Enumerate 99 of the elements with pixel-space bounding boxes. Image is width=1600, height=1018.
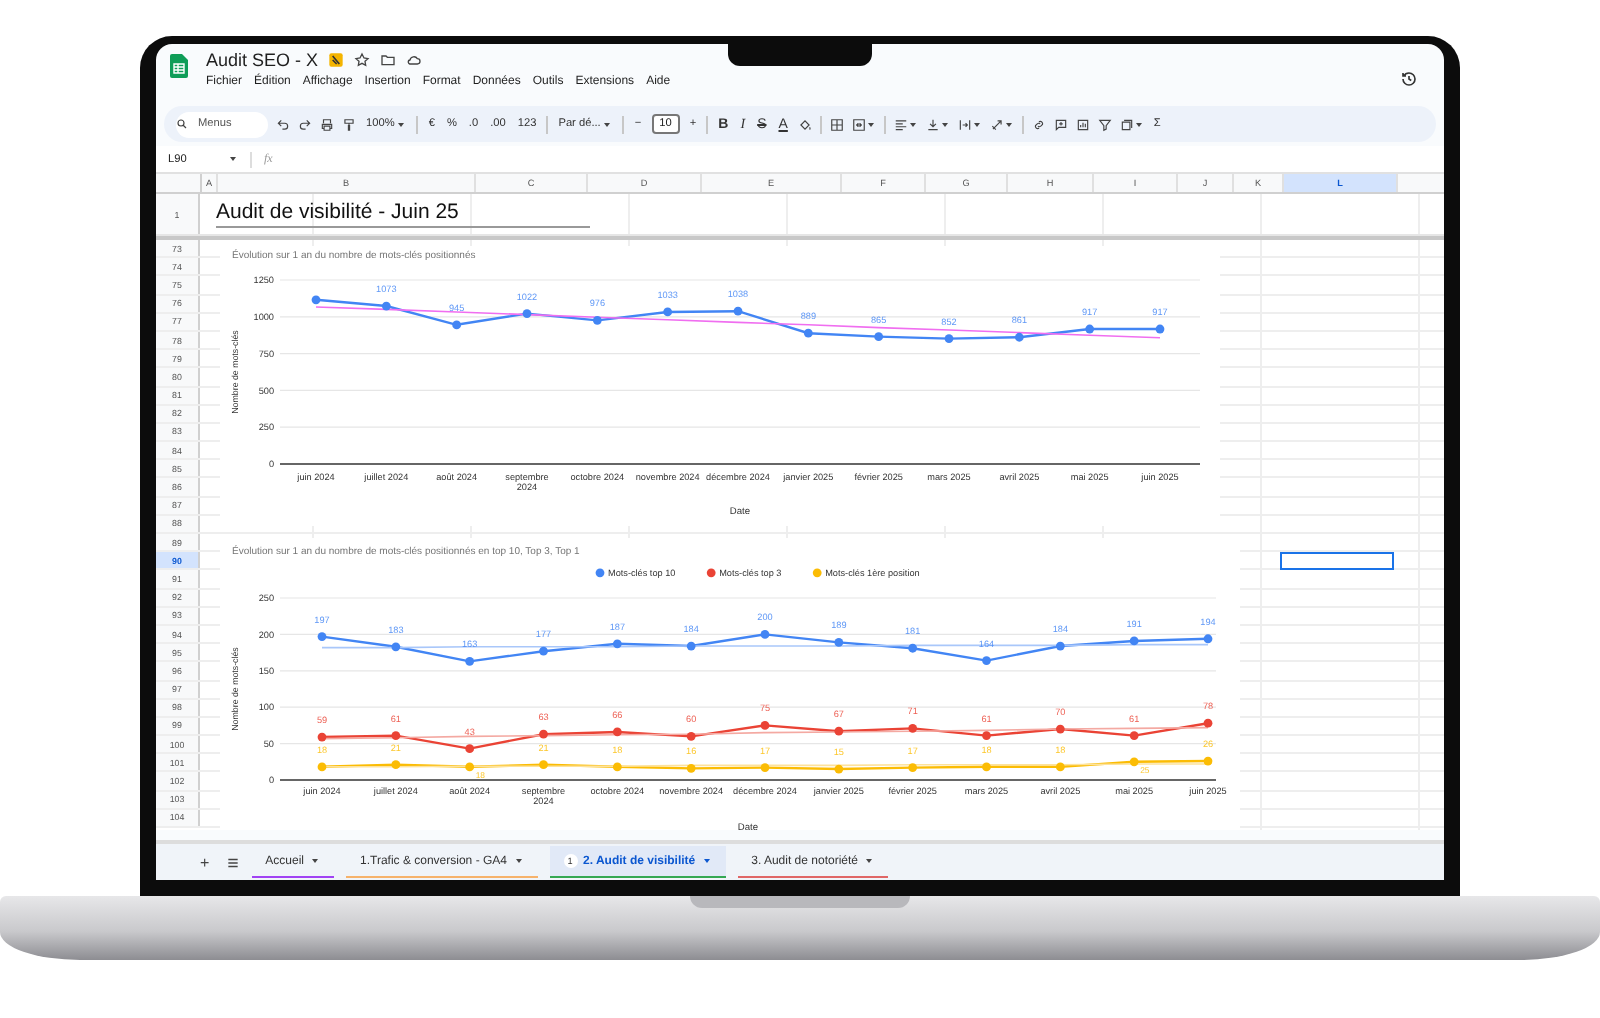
- data-point: [465, 762, 475, 772]
- caret-icon: [971, 119, 982, 129]
- data-point: [834, 638, 844, 647]
- caret-icon: [1133, 119, 1144, 129]
- data-point: [465, 656, 475, 666]
- data-point: [452, 320, 462, 330]
- sheet-title: Audit de visibilité - Juin 25: [216, 200, 590, 228]
- data-point: [539, 729, 548, 739]
- data-point: [803, 328, 813, 338]
- data-point: [874, 332, 884, 342]
- data-point: [760, 630, 770, 639]
- data-point: [1155, 324, 1165, 334]
- toolbar-dropdown[interactable]: [851, 117, 876, 131]
- caret-icon: [907, 119, 918, 129]
- comment-icon[interactable]: [1053, 117, 1068, 131]
- data-point: [1129, 731, 1139, 740]
- data-point: [834, 726, 844, 736]
- data-point: [760, 721, 770, 730]
- data-point: [982, 731, 991, 740]
- caret-icon: [864, 856, 874, 866]
- caret-icon: [701, 856, 712, 866]
- print-icon[interactable]: [320, 117, 334, 131]
- stacked-squares-icon: [1119, 117, 1134, 131]
- data-point: [317, 632, 327, 641]
- data-point: [311, 295, 321, 305]
- caret-icon: [513, 856, 523, 866]
- data-point: [1014, 332, 1024, 342]
- data-point: [1203, 634, 1213, 644]
- data-point: [317, 732, 327, 742]
- data-point: [391, 760, 401, 770]
- data-point: [663, 307, 673, 317]
- toolbar-dropdown[interactable]: [1119, 117, 1144, 131]
- data-point: [1203, 718, 1213, 728]
- paint-bucket-icon[interactable]: [797, 117, 812, 131]
- vertical-align-icon: [925, 117, 940, 131]
- data-point: [391, 731, 401, 740]
- folder-icon[interactable]: [380, 52, 397, 68]
- merge-cells-icon: [851, 117, 866, 131]
- text-wrap-icon: [957, 117, 972, 131]
- caret-icon: [1003, 119, 1014, 129]
- data-point: [539, 646, 548, 656]
- caret-icon: [865, 119, 876, 129]
- filter-icon[interactable]: [1097, 117, 1112, 131]
- data-point: [834, 764, 844, 774]
- data-point: [1203, 756, 1213, 766]
- diagonal-arrow-icon: [989, 117, 1004, 131]
- data-point: [686, 763, 696, 773]
- cloud-icon[interactable]: [406, 52, 423, 68]
- data-point: [908, 723, 918, 733]
- data-point: [982, 762, 991, 772]
- add-sheet-button[interactable]: +: [196, 853, 214, 871]
- data-point: [612, 727, 622, 737]
- data-point: [1129, 757, 1139, 767]
- redo-icon[interactable]: [298, 117, 312, 131]
- menu-icon[interactable]: [225, 855, 240, 869]
- data-point: [612, 639, 622, 649]
- caret-icon: [602, 119, 613, 129]
- data-point: [982, 656, 991, 665]
- caret-icon: [310, 856, 321, 866]
- document-title[interactable]: Audit SEO - X: [206, 50, 319, 70]
- data-point: [908, 763, 918, 772]
- data-point: [686, 731, 696, 741]
- data-point: [391, 642, 401, 652]
- extension-icon[interactable]: [328, 52, 345, 68]
- toolbar-dropdown[interactable]: [957, 117, 982, 131]
- star-icon[interactable]: [354, 52, 371, 68]
- data-point: [317, 762, 327, 772]
- history-icon[interactable]: [1400, 70, 1418, 88]
- data-point: [1085, 324, 1095, 334]
- data-point: [1129, 636, 1139, 646]
- data-point: [381, 301, 391, 311]
- toolbar-dropdown[interactable]: [925, 117, 950, 131]
- data-point: [944, 334, 954, 343]
- data-point: [908, 643, 918, 653]
- align-left-icon: [893, 117, 908, 131]
- data-point: [539, 760, 548, 770]
- toolbar-dropdown[interactable]: [989, 117, 1014, 131]
- borders-icon[interactable]: [829, 117, 844, 131]
- data-point: [686, 641, 696, 651]
- caret-icon[interactable]: [228, 154, 238, 164]
- data-point: [1055, 724, 1065, 734]
- caret-icon: [939, 119, 950, 129]
- search-icon: [176, 118, 188, 130]
- data-point: [1055, 762, 1065, 772]
- data-point: [592, 315, 602, 325]
- data-point: [760, 763, 770, 772]
- link-icon[interactable]: [1031, 117, 1046, 131]
- selected-cell[interactable]: [1280, 551, 1394, 570]
- undo-icon[interactable]: [276, 117, 290, 131]
- data-point: [1055, 641, 1065, 651]
- data-point: [522, 309, 532, 318]
- data-point: [612, 762, 622, 772]
- spreadsheet-logo-icon: [170, 54, 188, 78]
- data-point: [465, 744, 475, 754]
- chart-icon[interactable]: [1075, 117, 1090, 131]
- paint-roller-icon[interactable]: [342, 117, 356, 131]
- data-point: [733, 306, 743, 316]
- caret-icon: [396, 119, 407, 129]
- toolbar-dropdown[interactable]: [893, 117, 918, 131]
